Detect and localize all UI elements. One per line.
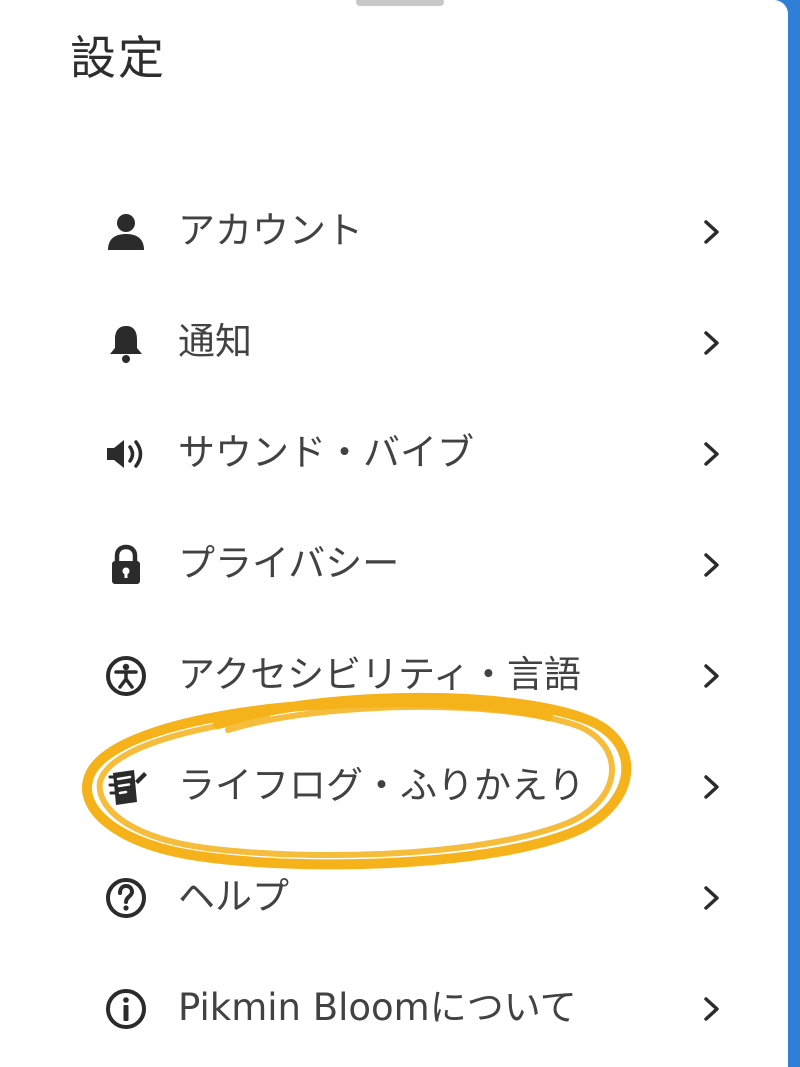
settings-item-label: サウンド・バイブ (178, 431, 474, 474)
settings-item-label: ヘルプ (178, 875, 289, 918)
lifelog-icon (104, 765, 148, 809)
settings-item-label: プライバシー (178, 542, 400, 585)
settings-sheet: 設定 アカウント 通知 サウンド・バイブ プライバシー アクセシビリティ・言語 … (0, 0, 788, 1067)
settings-item-help[interactable]: ヘルプ (0, 842, 788, 953)
chevron-right-icon (700, 327, 724, 359)
settings-item-lifelog[interactable]: ライフログ・ふりかえり (0, 731, 788, 842)
chevron-right-icon (700, 660, 724, 692)
settings-menu: アカウント 通知 サウンド・バイブ プライバシー アクセシビリティ・言語 ライフ… (0, 176, 788, 1064)
speaker-icon (104, 432, 148, 476)
accessibility-icon (104, 654, 148, 698)
settings-item-notifications[interactable]: 通知 (0, 287, 788, 398)
settings-item-privacy[interactable]: プライバシー (0, 509, 788, 620)
settings-item-label: 通知 (178, 320, 252, 363)
settings-item-label: アカウント (178, 209, 363, 252)
settings-item-label: Pikmin Bloomについて (178, 986, 577, 1029)
settings-item-label: アクセシビリティ・言語 (178, 653, 581, 696)
bell-icon (104, 321, 148, 365)
settings-item-label: ライフログ・ふりかえり (178, 764, 585, 807)
person-icon (104, 210, 148, 254)
settings-item-about[interactable]: Pikmin Bloomについて (0, 953, 788, 1064)
drag-handle[interactable] (356, 0, 444, 6)
chevron-right-icon (700, 216, 724, 248)
help-icon (104, 876, 148, 920)
info-icon (104, 987, 148, 1031)
chevron-right-icon (700, 438, 724, 470)
lock-icon (104, 543, 148, 587)
page-title: 設定 (70, 31, 166, 85)
chevron-right-icon (700, 549, 724, 581)
chevron-right-icon (700, 771, 724, 803)
chevron-right-icon (700, 882, 724, 914)
chevron-right-icon (700, 993, 724, 1025)
settings-item-account[interactable]: アカウント (0, 176, 788, 287)
settings-item-sound-vibration[interactable]: サウンド・バイブ (0, 398, 788, 509)
settings-item-accessibility-language[interactable]: アクセシビリティ・言語 (0, 620, 788, 731)
